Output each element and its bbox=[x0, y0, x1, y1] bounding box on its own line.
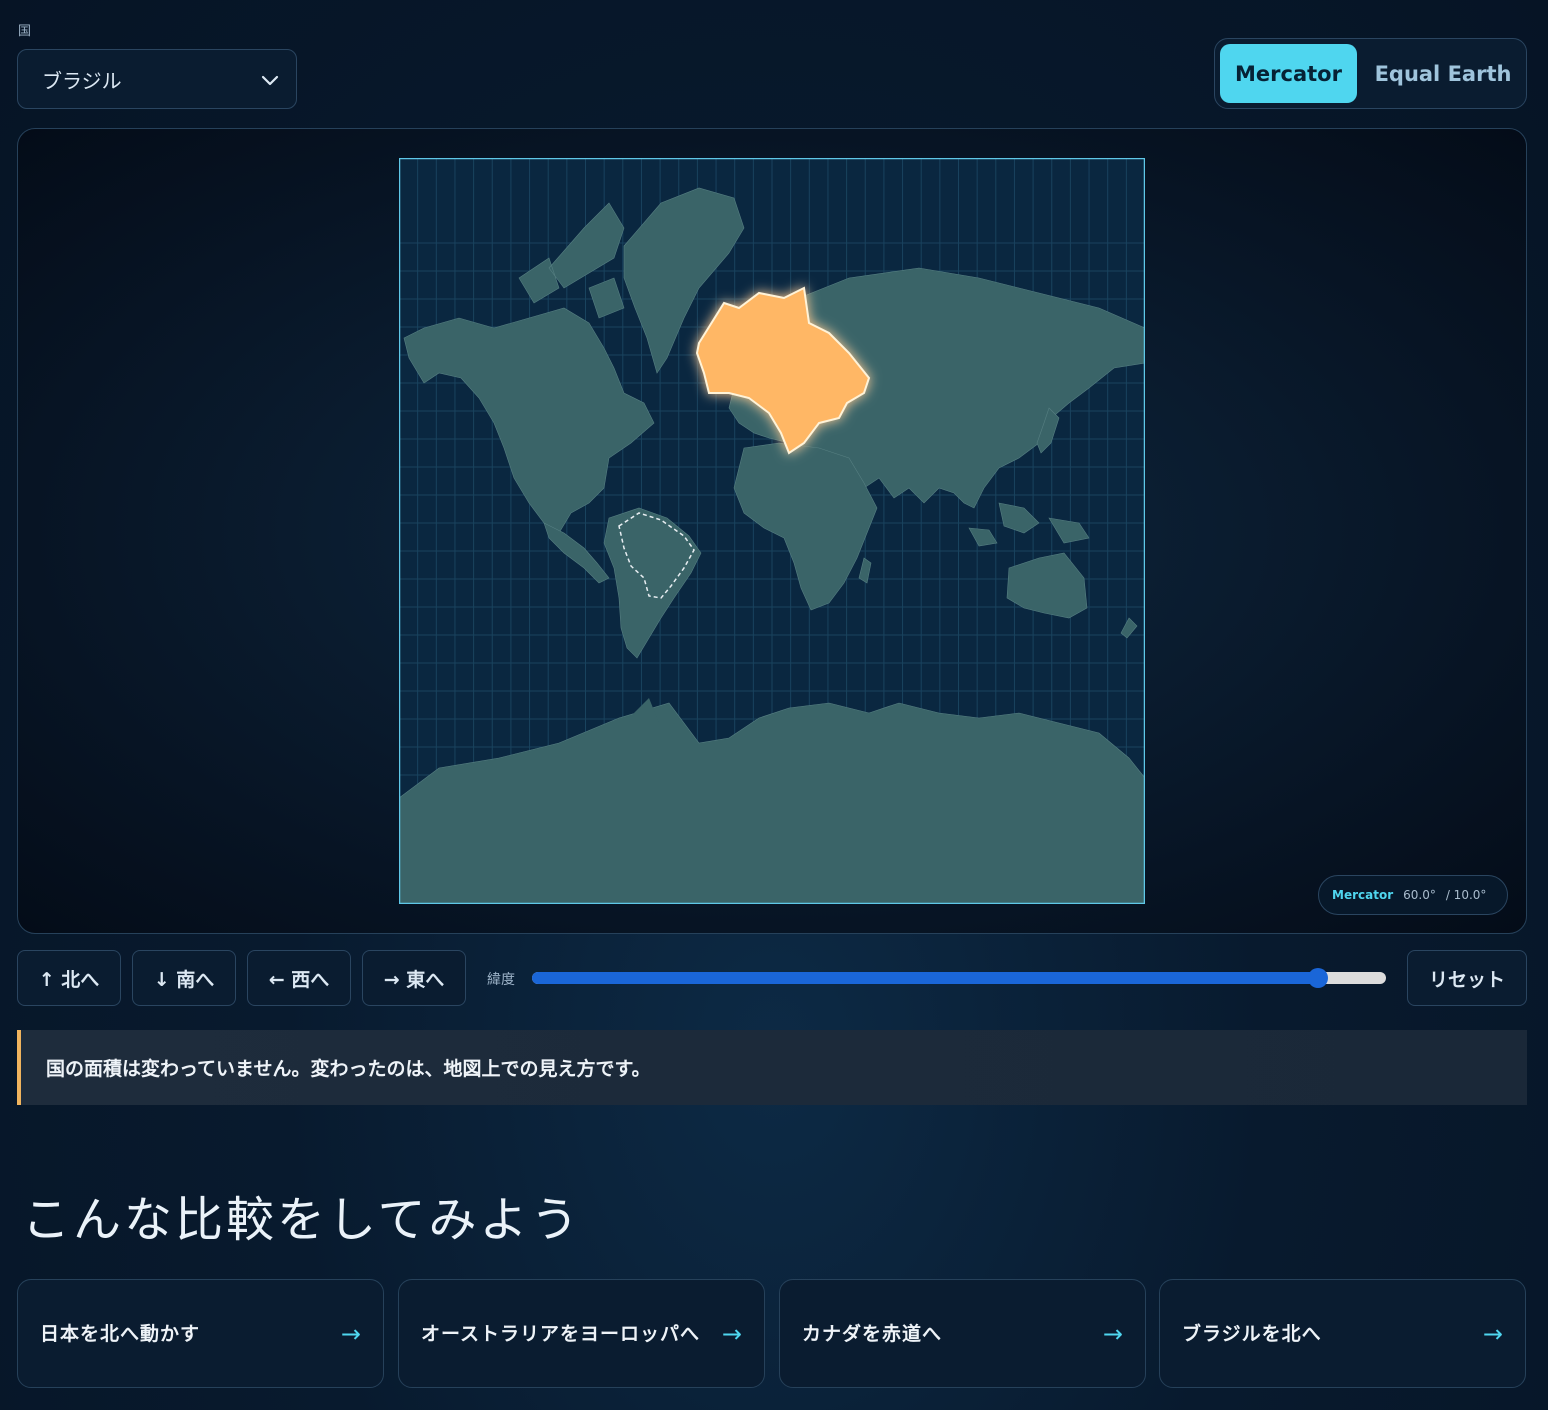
projection-badge: Mercator 60.0° / 10.0° bbox=[1318, 875, 1508, 915]
notice-banner: 国の面積は変わっていません。変わったのは、地図上での見え方です。 bbox=[17, 1030, 1527, 1105]
slider-fill bbox=[532, 972, 1318, 984]
country-select-value: ブラジル bbox=[42, 68, 122, 93]
comparison-title: こんな比較をしてみよう bbox=[22, 1192, 582, 1248]
card-label: ブラジルを北へ bbox=[1182, 1322, 1322, 1345]
comparison-card-japan[interactable]: 日本を北へ動かす → bbox=[17, 1279, 384, 1388]
card-label: オーストラリアをヨーロッパへ bbox=[421, 1322, 701, 1345]
badge-latitude: 60.0° bbox=[1403, 888, 1436, 902]
projection-toggle: Mercator Equal Earth bbox=[1214, 38, 1527, 109]
chevron-down-icon bbox=[261, 75, 279, 86]
country-select[interactable]: ブラジル bbox=[17, 49, 297, 109]
arrow-right-icon: → bbox=[340, 1319, 361, 1348]
move-south-button[interactable]: ↓ 南へ bbox=[132, 950, 236, 1006]
reset-button[interactable]: リセット bbox=[1407, 950, 1527, 1006]
latitude-slider[interactable] bbox=[532, 968, 1386, 988]
notice-text: 国の面積は変わっていません。変わったのは、地図上での見え方です。 bbox=[46, 1058, 651, 1080]
arrow-right-icon: → bbox=[1482, 1319, 1503, 1348]
badge-longitude: / 10.0° bbox=[1445, 888, 1487, 902]
world-map[interactable] bbox=[399, 158, 1145, 904]
projection-equal-earth-button[interactable]: Equal Earth bbox=[1367, 44, 1519, 103]
latitude-label: 緯度 bbox=[487, 972, 515, 988]
card-label: 日本を北へ動かす bbox=[40, 1322, 201, 1345]
slider-thumb[interactable] bbox=[1307, 968, 1328, 988]
card-label: カナダを赤道へ bbox=[802, 1322, 943, 1345]
move-east-button[interactable]: → 東へ bbox=[362, 950, 466, 1006]
comparison-card-canada[interactable]: カナダを赤道へ → bbox=[779, 1279, 1146, 1388]
badge-projection: Mercator bbox=[1332, 888, 1394, 902]
arrow-right-icon: → bbox=[721, 1319, 742, 1348]
move-west-button[interactable]: ← 西へ bbox=[247, 950, 351, 1006]
map-panel: Mercator 60.0° / 10.0° bbox=[17, 128, 1527, 934]
comparison-card-australia[interactable]: オーストラリアをヨーロッパへ → bbox=[398, 1279, 765, 1388]
move-north-button[interactable]: ↑ 北へ bbox=[17, 950, 121, 1006]
comparison-card-brazil[interactable]: ブラジルを北へ → bbox=[1159, 1279, 1526, 1388]
arrow-right-icon: → bbox=[1102, 1319, 1123, 1348]
country-label: 国 bbox=[18, 24, 32, 39]
projection-mercator-button[interactable]: Mercator bbox=[1220, 44, 1357, 103]
